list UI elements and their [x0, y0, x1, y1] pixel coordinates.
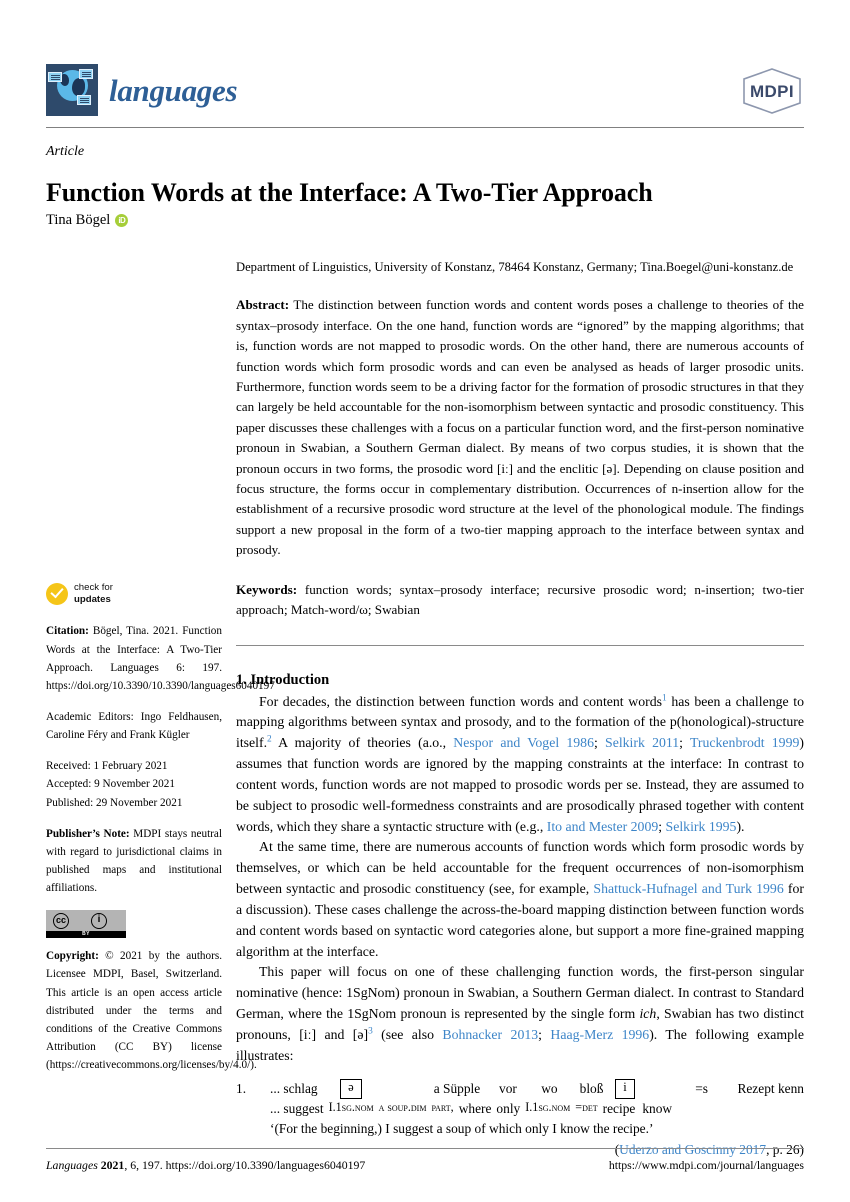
abstract-text: The distinction between function words a…: [236, 297, 804, 558]
paper-page: languages MDPI Article Function Words at…: [0, 0, 850, 1202]
p3-italic-ich: ich: [639, 1006, 657, 1021]
footer: Languages 2021, 6, 197. https://doi.org/…: [46, 1158, 804, 1173]
footer-divider: [46, 1148, 804, 1149]
article-type-label: Article: [46, 144, 85, 159]
main-column: Department of Linguistics, University of…: [236, 258, 804, 1159]
check-updates-line2: updates: [74, 593, 111, 605]
gl-4: part,: [431, 1099, 454, 1114]
gl-9: recipe: [602, 1100, 636, 1116]
ex-c6: =s: [695, 1081, 708, 1097]
ex-boxed-i: i: [615, 1079, 635, 1099]
footer-url[interactable]: https://www.mdpi.com/journal/languages: [609, 1158, 804, 1173]
linguistic-example: 1. ... schlag ə a Süpple vor wo bloß i =…: [236, 1079, 804, 1158]
ex-c4: wo: [541, 1081, 558, 1097]
p1-seg1: For decades, the distinction between fun…: [259, 693, 662, 709]
svg-text:MDPI: MDPI: [750, 82, 794, 101]
orcid-icon[interactable]: iD: [115, 214, 129, 227]
header-divider: [46, 127, 804, 128]
check-updates-line1: check for: [74, 582, 113, 593]
gl-5: where: [458, 1100, 492, 1116]
author-name: Tina Bögel: [46, 212, 111, 228]
creative-commons-badge-icon[interactable]: cc i BY: [46, 910, 126, 939]
cc-person-mark: i: [91, 913, 107, 930]
ex-boxed-schwa: ə: [340, 1079, 362, 1099]
citation-link[interactable]: Selkirk 2011: [605, 735, 679, 750]
gl-3: a soup.dim: [378, 1099, 427, 1114]
page-title: Function Words at the Interface: A Two-T…: [46, 178, 653, 208]
copyright-text: © 2021 by the authors. Licensee MDPI, Ba…: [46, 950, 257, 1072]
citation-link[interactable]: Nespor and Vogel 1986: [453, 735, 594, 750]
p1-seg3: A majority of theories (a.o.,: [271, 735, 454, 751]
gl-1: ... suggest: [270, 1100, 324, 1116]
ex-c1: ... schlag: [270, 1081, 318, 1097]
ex-c2: a Süpple: [433, 1081, 481, 1097]
intro-paragraph-3: This paper will focus on one of these ch…: [236, 962, 804, 1066]
citation-block: Citation: Bögel, Tina. 2021. Function Wo…: [46, 622, 275, 695]
accepted-date: Accepted: 9 November 2021: [46, 778, 175, 791]
published-date: Published: 29 November 2021: [46, 796, 183, 809]
example-gloss-line: ... suggest I.1sg.nom a soup.dim part, w…: [270, 1099, 804, 1118]
author-line: Tina Bögel iD: [46, 212, 129, 229]
footer-issue: , 6, 197. https://doi.org/10.3390/langua…: [124, 1158, 366, 1172]
intro-paragraph-1: For decades, the distinction between fun…: [236, 692, 804, 838]
abstract: Abstract: The distinction between functi…: [236, 295, 804, 560]
citation-link[interactable]: Bohnacker 2013: [442, 1027, 538, 1042]
gl-2: I.1sg.nom: [328, 1099, 374, 1114]
ex-c5: bloß: [579, 1081, 604, 1097]
intro-paragraph-2: At the same time, there are numerous acc…: [236, 837, 804, 962]
example-source: (Uderzo and Goscinny 2017, p. 26): [236, 1140, 804, 1159]
checkmark-icon: [46, 582, 68, 605]
p3-sep1: ;: [538, 1026, 551, 1042]
gl-6: only: [496, 1100, 521, 1116]
journal-name: languages: [109, 72, 238, 108]
ex-c3: vor: [499, 1081, 517, 1097]
p1-sep3: ;: [658, 818, 666, 834]
p1-sep1: ;: [593, 735, 606, 751]
citation-link[interactable]: Truckenbrodt 1999: [690, 735, 799, 750]
section-heading-introduction: 1. Introduction: [236, 671, 330, 688]
example-object-line: ... schlag ə a Süpple vor wo bloß i =s R…: [270, 1079, 804, 1099]
check-for-updates-badge[interactable]: check for updates: [46, 582, 222, 605]
footer-citation: Languages 2021, 6, 197. https://doi.org/…: [46, 1158, 365, 1173]
src-page: , p. 26): [766, 1141, 804, 1157]
citation-link[interactable]: Selkirk 1995: [666, 819, 737, 834]
citation-link[interactable]: Shattuck-Hufnagel and Turk 1996: [593, 881, 783, 896]
mdpi-logo-icon[interactable]: MDPI: [740, 66, 804, 116]
citation-link[interactable]: Uderzo and Goscinny 2017: [619, 1142, 766, 1157]
publisher-note: Publisher’s Note: MDPI stays neutral wit…: [46, 825, 222, 898]
received-date: Received: 1 February 2021: [46, 760, 168, 773]
p1-sep2: ;: [679, 735, 690, 751]
academic-editors: Academic Editors: Ingo Feldhausen, Carol…: [46, 710, 222, 742]
footer-year: 2021: [100, 1158, 125, 1172]
example-free-translation: ‘(For the beginning,) I suggest a soup o…: [270, 1120, 654, 1136]
footer-journal: Languages: [46, 1158, 98, 1172]
keywords: Keywords: function words; syntax–prosody…: [236, 580, 804, 621]
ex-c7: Rezept kenn: [737, 1081, 804, 1097]
example-number: 1.: [236, 1081, 247, 1097]
cc-mark: cc: [53, 913, 69, 930]
affiliation: Department of Linguistics, University of…: [236, 260, 794, 274]
keywords-label: Keywords:: [236, 581, 298, 597]
gl-10: know: [642, 1100, 673, 1116]
citation-link[interactable]: Ito and Mester 2009: [547, 819, 659, 834]
copyright-block: Copyright: © 2021 by the authors. Licens…: [46, 947, 257, 1074]
abstract-label: Abstract:: [236, 297, 290, 313]
keywords-text: function words; syntax–prosody interface…: [236, 581, 804, 618]
copyright-label: Copyright:: [46, 950, 99, 963]
p3-seg3: (see also: [372, 1026, 443, 1042]
masthead: languages MDPI: [46, 64, 804, 126]
citation-label: Citation:: [46, 625, 89, 638]
globe-speech-bubbles-icon: [46, 64, 98, 116]
gl-8: =det: [575, 1099, 598, 1114]
journal-brand[interactable]: languages: [46, 64, 238, 116]
cc-by-label: BY: [46, 931, 126, 939]
publisher-note-label: Publisher’s Note:: [46, 827, 130, 840]
gl-7: I.1sg.nom: [525, 1099, 571, 1114]
citation-link[interactable]: Haag-Merz 1996: [550, 1027, 649, 1042]
p1-seg5: ).: [736, 818, 745, 834]
section-divider: [236, 644, 804, 646]
sidebar: check for updates Citation: Bögel, Tina.…: [46, 582, 275, 1087]
